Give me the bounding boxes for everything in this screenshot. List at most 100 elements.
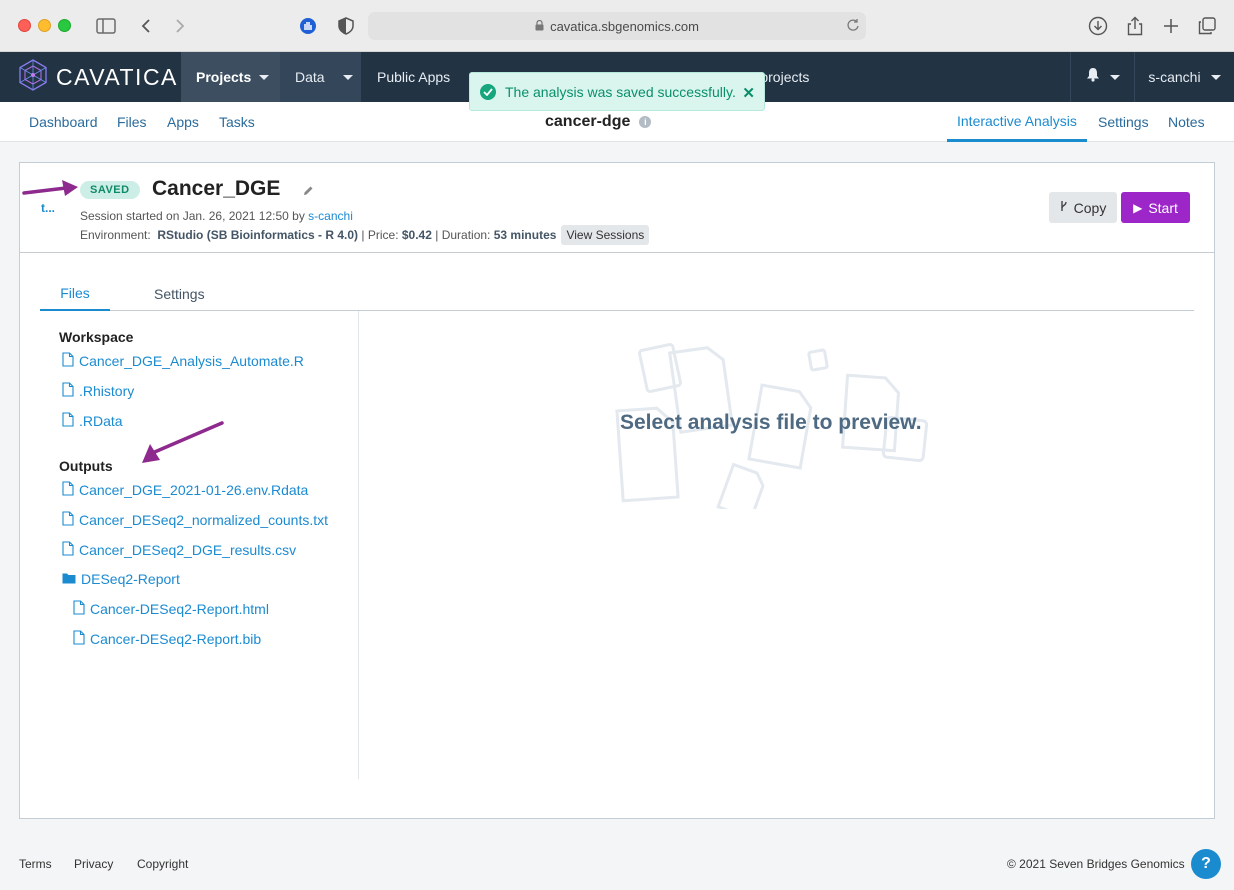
view-sessions-button[interactable]: View Sessions [561, 225, 650, 245]
folder-item[interactable]: DESeq2-Report [62, 571, 180, 587]
document-icon [73, 600, 85, 618]
file-item[interactable]: Cancer-DESeq2-Report.bib [73, 630, 261, 648]
env-label: Environment: [80, 228, 151, 242]
tab-overview-icon[interactable] [1196, 13, 1218, 39]
url-text: cavatica.sbgenomics.com [550, 18, 699, 34]
subnav-settings[interactable]: Settings [1098, 102, 1149, 142]
file-item[interactable]: Cancer_DESeq2_normalized_counts.txt [62, 511, 328, 529]
session-title: Cancer_DGE [152, 177, 281, 200]
nav-data-label: Data [295, 69, 325, 85]
subnav-apps[interactable]: Apps [167, 102, 199, 142]
workspace-heading: Workspace [59, 329, 134, 345]
environment-line: Environment: RStudio (SB Bioinformatics … [80, 224, 650, 246]
minimize-window-button[interactable] [38, 19, 51, 32]
maximize-window-button[interactable] [58, 19, 71, 32]
file-item[interactable]: Cancer_DGE_Analysis_Automate.R [62, 352, 304, 370]
session-header: SAVED Cancer_DGE t... Session started on… [20, 163, 1214, 253]
lock-icon [535, 19, 544, 34]
privacy-extension-icon[interactable] [298, 13, 318, 39]
sidebar-toggle-icon[interactable] [94, 13, 118, 39]
info-icon[interactable]: i [639, 116, 652, 128]
footer-copyright-link[interactable]: Copyright [137, 857, 188, 871]
close-icon[interactable]: ✕ [742, 84, 755, 102]
folder-icon [62, 571, 76, 587]
pencil-icon[interactable] [302, 184, 314, 202]
document-icon [62, 382, 74, 400]
file-tree: Workspace Cancer_DGE_Analysis_Automate.R… [40, 311, 359, 779]
logo-icon [16, 58, 50, 97]
chevron-down-icon [259, 74, 270, 80]
success-toast: The analysis was saved successfully. ✕ [469, 72, 765, 111]
session-user-link[interactable]: s-canchi [308, 209, 353, 223]
preview-area: Select analysis file to preview. [360, 311, 1194, 779]
subnav-notes[interactable]: Notes [1168, 102, 1205, 142]
document-icon [73, 630, 85, 648]
subnav-tasks[interactable]: Tasks [219, 102, 255, 142]
user-menu[interactable]: s-canchi [1134, 52, 1234, 102]
tab-settings[interactable]: Settings [154, 276, 205, 311]
file-name: Cancer-DESeq2-Report.bib [90, 631, 262, 647]
cavatica-logo[interactable]: CAVATICA [16, 58, 178, 97]
footer-privacy[interactable]: Privacy [74, 857, 113, 871]
start-button[interactable]: ▶ Start [1121, 192, 1190, 223]
help-button[interactable]: ? [1191, 849, 1221, 879]
session-started-text: Session started on Jan. 26, 2021 12:50 b… [80, 209, 309, 223]
document-icon [62, 412, 74, 430]
chevron-down-icon [1109, 74, 1120, 80]
tab-files[interactable]: Files [40, 276, 110, 311]
copy-label: Copy [1073, 199, 1107, 216]
file-item[interactable]: Cancer-DESeq2-Report.html [73, 600, 269, 618]
new-tab-icon[interactable] [1160, 13, 1182, 39]
document-icon [62, 352, 74, 370]
bell-icon [1086, 67, 1100, 87]
user-name: s-canchi [1148, 69, 1201, 85]
download-icon[interactable] [1087, 13, 1109, 39]
branch-icon [1060, 200, 1068, 215]
file-name: Cancer_DESeq2_normalized_counts.txt [79, 512, 329, 528]
duration-label: | Duration: [435, 228, 491, 242]
file-name: Cancer_DGE_Analysis_Automate.R [79, 353, 304, 369]
toast-message: The analysis was saved successfully. [505, 83, 736, 100]
analysis-panel: SAVED Cancer_DGE t... Session started on… [19, 162, 1215, 819]
start-label: Start [1148, 199, 1178, 216]
duration-value: 53 minutes [493, 228, 557, 242]
nav-data[interactable]: Data [280, 52, 361, 102]
annotation-arrow-icon [120, 418, 230, 473]
forward-icon[interactable] [170, 13, 190, 39]
file-name: Cancer-DESeq2-Report.html [90, 601, 269, 617]
price-value: $0.42 [401, 228, 432, 242]
subnav-dashboard[interactable]: Dashboard [29, 102, 98, 142]
footer-terms[interactable]: Terms [19, 857, 52, 871]
price-label: | Price: [361, 228, 399, 242]
file-item[interactable]: .Rhistory [62, 382, 134, 400]
nav-projects[interactable]: Projects [181, 52, 280, 102]
file-name: Cancer_DESeq2_DGE_results.csv [79, 542, 297, 558]
share-icon[interactable] [1124, 13, 1146, 39]
subnav-interactive-analysis[interactable]: Interactive Analysis [947, 102, 1087, 142]
reload-icon[interactable] [846, 18, 860, 35]
project-name: cancer-dge [545, 113, 631, 130]
session-started-line: Session started on Jan. 26, 2021 12:50 b… [80, 209, 353, 223]
status-badge: SAVED [80, 181, 140, 199]
close-window-button[interactable] [18, 19, 31, 32]
address-bar[interactable]: cavatica.sbgenomics.com [368, 12, 866, 40]
document-icon [62, 511, 74, 529]
logo-text: CAVATICA [56, 63, 178, 90]
outputs-heading: Outputs [59, 458, 113, 474]
browser-toolbar: cavatica.sbgenomics.com [0, 0, 1234, 52]
back-icon[interactable] [136, 13, 156, 39]
nav-public-apps-label: Public Apps [377, 69, 451, 85]
subnav-files[interactable]: Files [117, 102, 147, 142]
copy-button[interactable]: Copy [1049, 192, 1117, 223]
session-tiny-link[interactable]: t... [41, 201, 55, 215]
file-item[interactable]: Cancer_DGE_2021-01-26.env.Rdata [62, 481, 308, 499]
nav-public-apps[interactable]: Public Apps [362, 52, 467, 102]
shield-icon[interactable] [336, 13, 356, 39]
nav-projects-label: Projects [196, 69, 252, 85]
file-item[interactable]: .RData [62, 412, 123, 430]
preview-placeholder: Select analysis file to preview. [620, 411, 922, 434]
notifications-button[interactable] [1070, 52, 1134, 102]
check-circle-icon [480, 83, 496, 100]
document-icon [62, 541, 74, 559]
file-item[interactable]: Cancer_DESeq2_DGE_results.csv [62, 541, 296, 559]
